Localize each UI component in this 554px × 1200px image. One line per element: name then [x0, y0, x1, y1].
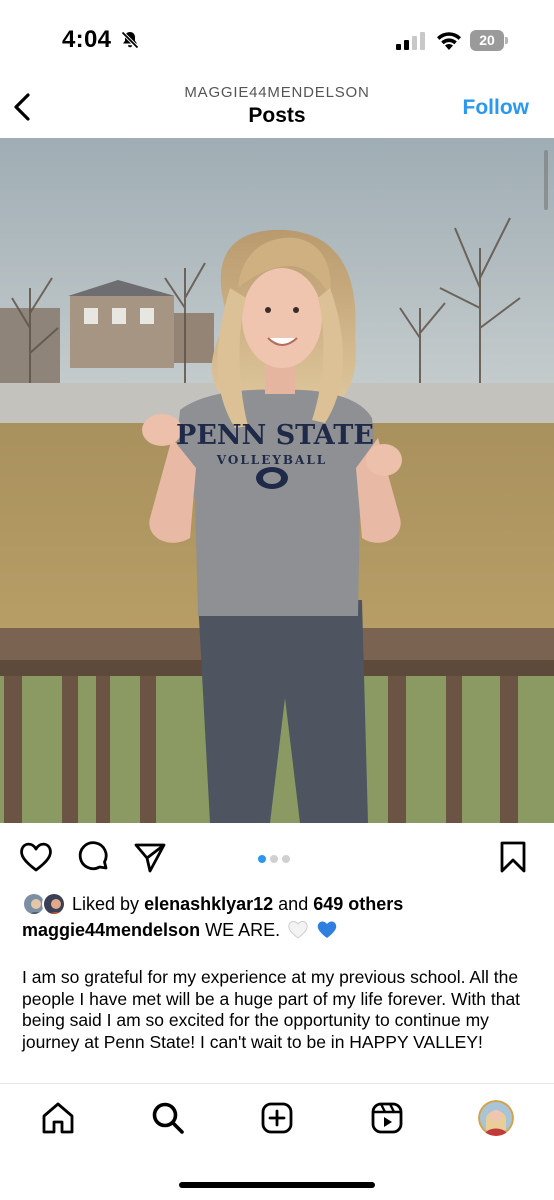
- carousel-dot: [282, 855, 290, 863]
- blue-heart-emoji: [317, 921, 337, 938]
- caption-line: maggie44mendelson WE ARE.: [22, 919, 338, 941]
- post-photo-image: PENN STATE VOLLEYBALL: [0, 138, 554, 823]
- status-time: 4:04: [62, 26, 112, 53]
- cellular-signal-icon: [396, 32, 425, 50]
- bottom-tab-bar: [0, 1083, 554, 1200]
- battery-icon: 20: [470, 30, 508, 51]
- scroll-indicator: [544, 150, 548, 210]
- likes-and: and: [278, 894, 309, 914]
- caption-text: WE ARE.: [205, 920, 281, 940]
- carousel-dot: [270, 855, 278, 863]
- likes-others[interactable]: 649 others: [313, 894, 403, 914]
- shirt-text-line2: VOLLEYBALL: [216, 453, 327, 467]
- shirt-text-line1: PENN STATE: [176, 420, 374, 451]
- profile-avatar[interactable]: [478, 1100, 514, 1136]
- search-icon[interactable]: [150, 1100, 186, 1136]
- bookmark-icon[interactable]: [495, 839, 531, 875]
- share-icon[interactable]: [132, 839, 168, 875]
- reels-icon[interactable]: [369, 1100, 405, 1136]
- comment-icon[interactable]: [75, 839, 111, 875]
- home-icon[interactable]: [40, 1100, 76, 1136]
- wifi-icon: [437, 32, 461, 50]
- home-indicator: [179, 1182, 375, 1188]
- bell-slash-icon: [121, 31, 139, 49]
- post-header: MAGGIE44MENDELSON Posts Follow: [0, 80, 554, 138]
- post-actions: [0, 835, 554, 879]
- carousel-indicator: [258, 850, 294, 863]
- create-icon[interactable]: [259, 1100, 295, 1136]
- caption-body: I am so grateful for my experience at my…: [22, 967, 521, 1052]
- white-heart-emoji: [288, 921, 308, 939]
- battery-level: 20: [470, 30, 504, 51]
- likes-prefix: Liked by: [72, 894, 140, 914]
- likes-text: Liked by elenashklyar12 and 649 others: [72, 894, 403, 915]
- post-photo[interactable]: PENN STATE VOLLEYBALL: [0, 138, 554, 823]
- likes-row[interactable]: Liked by elenashklyar12 and 649 others: [22, 892, 542, 918]
- caption-username[interactable]: maggie44mendelson: [22, 920, 200, 940]
- follow-button[interactable]: Follow: [463, 96, 530, 120]
- carousel-dot-active: [258, 855, 266, 863]
- liker-avatar: [42, 892, 66, 916]
- status-bar: 4:04 20: [0, 0, 554, 80]
- heart-icon[interactable]: [18, 839, 54, 875]
- liker-username[interactable]: elenashklyar12: [144, 894, 273, 914]
